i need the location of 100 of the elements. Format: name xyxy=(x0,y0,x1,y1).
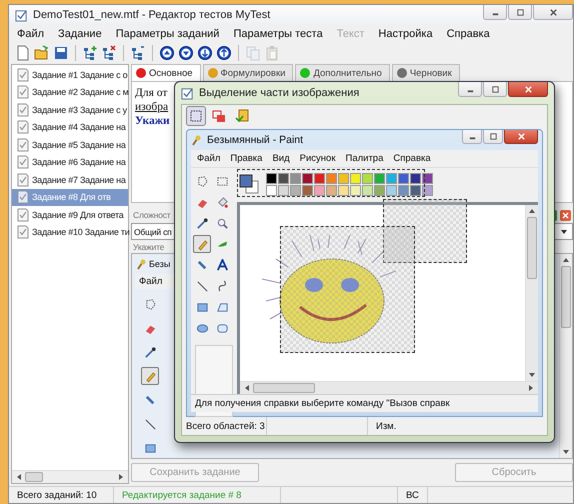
minimize-button[interactable] xyxy=(458,82,482,97)
tab[interactable]: Дополнительно xyxy=(295,64,390,81)
rect-select-tool-button[interactable] xyxy=(186,106,206,126)
scroll-down-arrow-icon[interactable] xyxy=(562,448,570,456)
scrollbar-thumb[interactable] xyxy=(253,383,315,393)
ellipse-tool-icon xyxy=(196,322,208,334)
horizontal-scrollbar[interactable] xyxy=(240,381,538,394)
vertical-scrollbar[interactable] xyxy=(525,205,538,381)
color-swatch[interactable] xyxy=(350,184,361,196)
delete-icon[interactable] xyxy=(560,210,571,220)
close-button[interactable] xyxy=(533,5,573,20)
color-swatch[interactable] xyxy=(326,172,337,184)
menu-item[interactable]: Палитра xyxy=(345,153,384,164)
color-swatch[interactable] xyxy=(278,184,289,196)
horizontal-scrollbar[interactable] xyxy=(12,470,128,483)
scroll-right-arrow-icon[interactable] xyxy=(117,473,125,481)
scrollbar-thumb[interactable] xyxy=(527,217,537,279)
task-label: Задание #3 Задание с у xyxy=(32,104,127,115)
move-in-icon[interactable] xyxy=(197,45,213,61)
close-button[interactable] xyxy=(504,130,538,144)
color-swatch[interactable] xyxy=(386,184,397,196)
color-swatch[interactable] xyxy=(386,172,397,184)
tree-icon[interactable] xyxy=(130,45,146,61)
free-select-tool-icon xyxy=(196,174,208,188)
color-swatch[interactable] xyxy=(398,184,409,196)
menu-item[interactable]: Правка xyxy=(230,153,262,164)
color-swatch[interactable] xyxy=(290,184,301,196)
move-up-icon[interactable] xyxy=(159,45,175,61)
maximize-button[interactable] xyxy=(483,82,507,97)
color-swatch[interactable] xyxy=(350,172,361,184)
move-down-icon[interactable] xyxy=(178,45,194,61)
color-swatch[interactable] xyxy=(422,172,433,184)
scroll-right-arrow-icon[interactable] xyxy=(527,384,535,392)
color-swatch[interactable] xyxy=(266,172,277,184)
close-button[interactable] xyxy=(508,82,548,97)
add-task-icon[interactable] xyxy=(82,45,98,61)
selection-region[interactable] xyxy=(237,169,425,197)
scroll-left-arrow-icon[interactable] xyxy=(15,473,23,481)
task-item[interactable]: Задание #7 Задание на xyxy=(12,171,128,188)
task-item[interactable]: Задание #4 Задание на xyxy=(12,118,128,136)
fill-tool-icon xyxy=(216,196,228,208)
task-item[interactable]: Задание #6 Задание на xyxy=(12,154,128,171)
menu-item[interactable]: Задание xyxy=(58,28,102,40)
task-item[interactable]: Задание #1 Задание с о xyxy=(12,66,128,84)
scroll-down-arrow-icon[interactable] xyxy=(528,371,536,379)
color-swatch[interactable] xyxy=(362,184,373,196)
menu-item[interactable]: Файл xyxy=(197,153,220,164)
scroll-up-arrow-icon[interactable] xyxy=(562,256,570,264)
vertical-scrollbar[interactable] xyxy=(559,254,572,458)
task-item[interactable]: Задание #10 Задание ти xyxy=(12,224,128,241)
color-swatch[interactable] xyxy=(314,172,325,184)
color-swatch[interactable] xyxy=(302,184,313,196)
task-item[interactable]: Задание #2 Задание с м xyxy=(12,84,128,101)
color-swatch[interactable] xyxy=(338,172,349,184)
task-item[interactable]: Задание #9 Для ответа xyxy=(12,206,128,224)
color-swatch[interactable] xyxy=(278,172,289,184)
maximize-button[interactable] xyxy=(508,5,532,20)
menu-item[interactable]: Вид xyxy=(272,153,290,164)
scroll-up-arrow-icon[interactable] xyxy=(528,207,536,215)
scrollbar-thumb[interactable] xyxy=(25,472,43,482)
color-swatch[interactable] xyxy=(422,184,433,196)
scroll-left-arrow-icon[interactable] xyxy=(243,384,251,392)
color-swatch[interactable] xyxy=(266,184,277,196)
maximize-button[interactable] xyxy=(483,130,503,144)
menu-item[interactable]: Параметры заданий xyxy=(116,28,220,40)
color-swatch[interactable] xyxy=(374,184,385,196)
color-swatch[interactable] xyxy=(338,184,349,196)
open-icon[interactable] xyxy=(34,45,50,61)
menu-item[interactable]: Справка xyxy=(393,153,431,164)
dialog-title: Выделение части изображения xyxy=(199,87,360,99)
tab[interactable]: Основное xyxy=(131,64,201,81)
color-swatch[interactable] xyxy=(302,172,313,184)
save-icon[interactable] xyxy=(53,45,69,61)
menu-item[interactable]: Настройка xyxy=(378,28,433,40)
color-swatch[interactable] xyxy=(410,172,421,184)
task-item[interactable]: Задание #5 Задание на xyxy=(12,136,128,154)
menu-item[interactable]: Параметры теста xyxy=(233,28,323,40)
task-item[interactable]: Задание #3 Задание с у xyxy=(12,101,128,118)
color-swatch[interactable] xyxy=(290,172,301,184)
task-label: Задание #9 Для ответа xyxy=(32,210,124,220)
color-swatch[interactable] xyxy=(314,184,325,196)
menu-item[interactable]: Файл xyxy=(17,28,44,40)
new-icon[interactable] xyxy=(15,45,31,61)
selection-region[interactable] xyxy=(383,199,467,263)
document-check-icon xyxy=(16,68,30,82)
color-swatch[interactable] xyxy=(326,184,337,196)
color-swatch[interactable] xyxy=(398,172,409,184)
minimize-button[interactable] xyxy=(462,130,482,144)
menu-item[interactable]: Справка xyxy=(446,28,490,40)
menu-item[interactable]: Рисунок xyxy=(300,153,336,164)
color-swatch[interactable] xyxy=(374,172,385,184)
menu-item[interactable]: Файл xyxy=(139,276,162,287)
minimize-button[interactable] xyxy=(483,5,507,20)
tab[interactable]: Черновик xyxy=(392,64,460,81)
color-swatch[interactable] xyxy=(410,184,421,196)
color-swatch[interactable] xyxy=(362,172,373,184)
delete-task-icon[interactable] xyxy=(101,45,117,61)
move-out-icon[interactable] xyxy=(216,45,232,61)
tab[interactable]: Формулировки xyxy=(202,64,294,81)
scrollbar-thumb[interactable] xyxy=(561,266,571,328)
